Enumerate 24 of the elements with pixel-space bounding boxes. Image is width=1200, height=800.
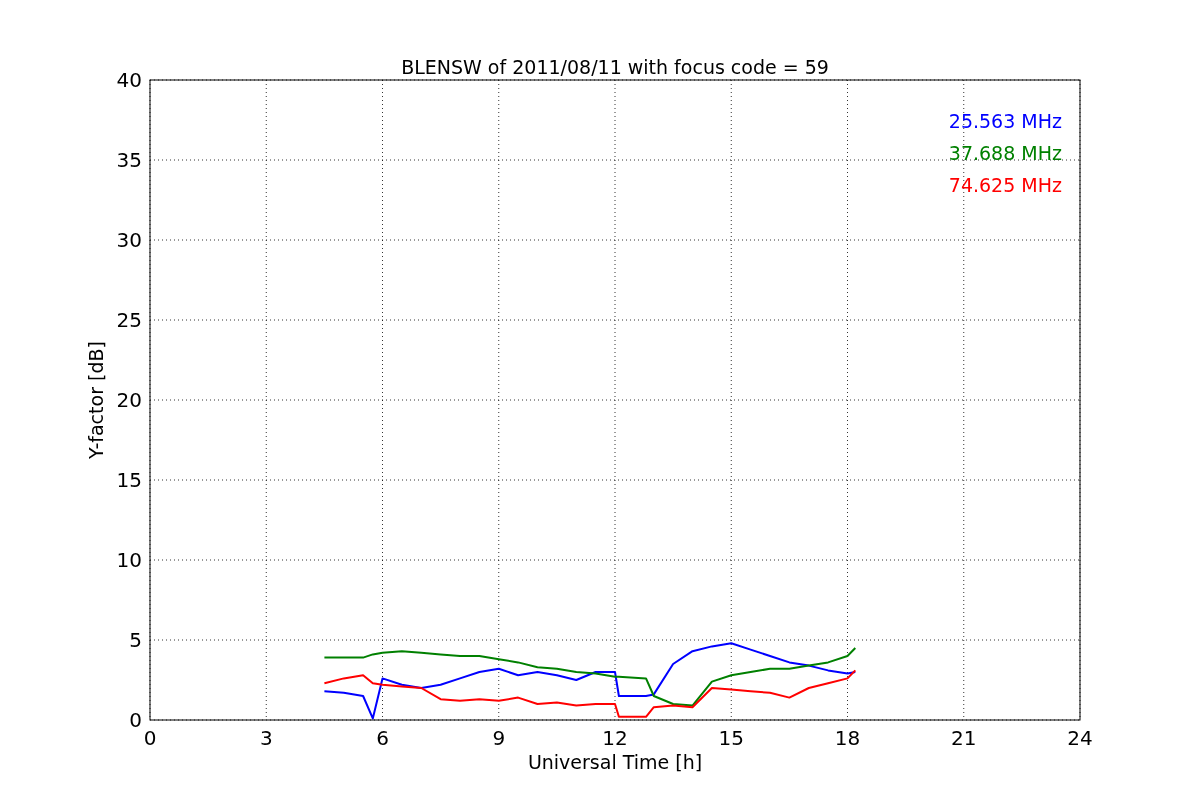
x-tick-label: 21 [951,726,977,750]
y-tick-label: 0 [129,708,142,732]
chart-title: BLENSW of 2011/08/11 with focus code = 59 [401,56,829,78]
y-tick-label: 40 [116,68,142,92]
x-tick-label: 12 [602,726,628,750]
y-tick-label: 10 [116,548,142,572]
x-tick-label: 15 [718,726,744,750]
y-tick-label: 35 [116,148,142,172]
y-tick-label: 25 [116,308,142,332]
y-tick-label: 5 [129,628,142,652]
legend-label: 25.563 MHz [948,110,1062,132]
x-tick-label: 18 [834,726,861,750]
y-axis-title: Y-factor [dB] [85,341,107,459]
x-tick-label: 9 [492,726,506,750]
y-tick-label: 20 [116,388,142,412]
x-tick-label: 0 [143,726,157,750]
y-tick-label: 15 [116,468,142,492]
x-axis-title: Universal Time [h] [527,751,703,773]
legend-label: 74.625 MHz [948,174,1062,196]
legend-label: 37.688 MHz [948,142,1062,164]
y-tick-label: 30 [116,228,142,252]
x-tick-label: 6 [376,726,389,750]
x-tick-label: 24 [1067,726,1093,750]
x-tick-label: 3 [259,726,273,750]
